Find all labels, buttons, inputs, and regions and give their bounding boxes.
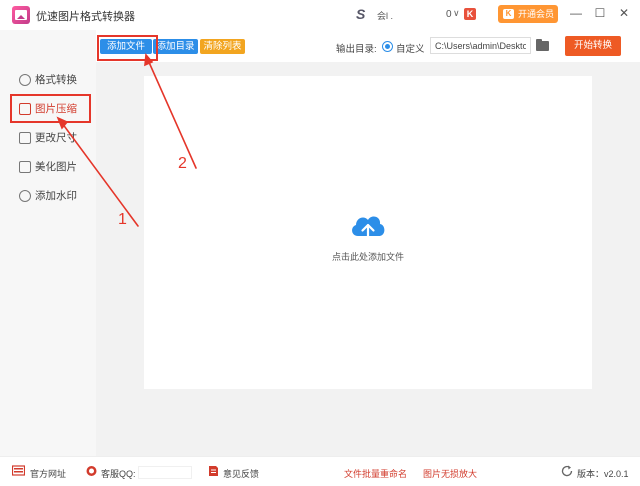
annotation-number-1: 1 [118, 211, 127, 228]
vip-label: 开通会员 [518, 9, 555, 19]
vip-icon: K [503, 9, 514, 19]
support-icon [86, 466, 97, 476]
start-convert-button[interactable]: 开始转换 [565, 36, 621, 56]
add-directory-button[interactable]: 添加目录 [153, 39, 198, 54]
title-bar: 优速图片格式转换器 S 会l . 0 ∨ K K 开通会员 — ☐ ✕ [0, 0, 640, 30]
annotation-frame-compress [10, 94, 91, 123]
lossless-enlarge-link[interactable]: 图片无损放大 [423, 467, 477, 480]
annotation-number-2: 2 [178, 155, 187, 172]
watermark-icon [19, 190, 31, 202]
user-name[interactable]: 会l . [377, 9, 393, 22]
minimize-button[interactable]: — [566, 4, 586, 22]
custom-radio[interactable] [382, 41, 393, 52]
sidebar-item-format-convert[interactable]: 格式转换 [14, 70, 88, 90]
version-label: 版本：v2.0.1 [577, 469, 629, 479]
vip-button[interactable]: K 开通会员 [498, 5, 558, 23]
website-icon [12, 465, 25, 476]
chevron-down-icon[interactable]: ∨ [453, 8, 460, 19]
output-path-input[interactable] [430, 37, 531, 54]
sidebar-item-resize[interactable]: 更改尺寸 [14, 128, 88, 148]
folder-icon[interactable] [536, 39, 549, 51]
footer: 官方网址 客服QQ: 意见反馈 文件批量重命名 图片无损放大 版本：v2.0.1 [0, 456, 640, 486]
coin-count: 0 [446, 9, 452, 20]
sidebar-item-label: 更改尺寸 [35, 132, 77, 144]
official-site-link[interactable]: 官方网址 [30, 467, 66, 480]
annotation-frame-add-file [97, 35, 158, 61]
coin-icon[interactable]: K [464, 8, 476, 20]
drop-hint[interactable]: 点击此处添加文件 [300, 250, 436, 263]
cloud-upload-icon[interactable] [348, 210, 388, 244]
format-convert-icon [19, 74, 31, 86]
refresh-icon[interactable] [561, 465, 574, 477]
sidebar-item-label: 美化图片 [35, 161, 77, 173]
beautify-icon [19, 161, 31, 173]
support-qq-value [138, 466, 192, 479]
feedback-link[interactable]: 意见反馈 [223, 467, 259, 480]
resize-icon [19, 132, 31, 144]
custom-label: 自定义 [396, 44, 425, 55]
sidebar-item-beautify[interactable]: 美化图片 [14, 157, 88, 177]
app-title: 优速图片格式转换器 [36, 11, 135, 23]
output-dir-label: 输出目录: [336, 44, 377, 55]
sidebar-item-label: 添加水印 [35, 190, 77, 202]
app-logo-icon [12, 6, 30, 24]
support-qq-label: 客服QQ: [101, 469, 136, 479]
batch-rename-link[interactable]: 文件批量重命名 [344, 467, 407, 480]
close-button[interactable]: ✕ [614, 4, 634, 22]
maximize-button[interactable]: ☐ [590, 4, 610, 22]
user-logo-icon[interactable]: S [356, 7, 370, 21]
sidebar-item-label: 格式转换 [35, 74, 77, 86]
clear-list-button[interactable]: 清除列表 [200, 39, 245, 54]
feedback-icon [209, 466, 218, 476]
sidebar-item-watermark[interactable]: 添加水印 [14, 186, 88, 206]
